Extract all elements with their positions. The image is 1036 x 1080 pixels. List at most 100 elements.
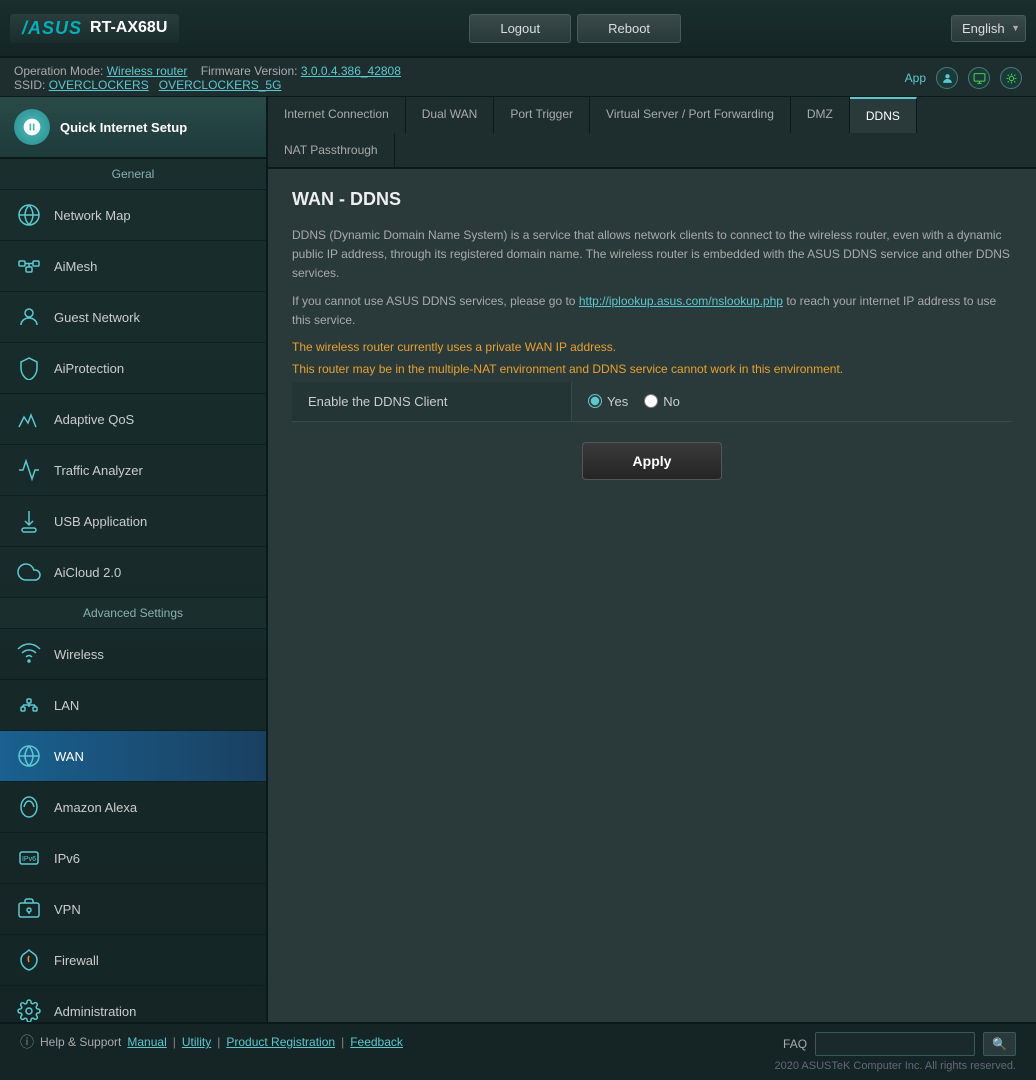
sidebar-item-label: AiMesh	[54, 259, 97, 274]
separator-3: |	[341, 1035, 344, 1049]
tab-virtual-server[interactable]: Virtual Server / Port Forwarding	[590, 97, 791, 133]
tab-internet-connection[interactable]: Internet Connection	[268, 97, 406, 133]
sidebar-item-label: AiProtection	[54, 361, 124, 376]
quick-setup-label: Quick Internet Setup	[60, 120, 187, 135]
tab-port-trigger[interactable]: Port Trigger	[494, 97, 590, 133]
feedback-link[interactable]: Feedback	[350, 1035, 403, 1049]
sidebar-item-label: Wireless	[54, 647, 104, 662]
wireless-icon	[14, 639, 44, 669]
radio-yes-option[interactable]: Yes	[588, 394, 628, 409]
separator-1: |	[173, 1035, 176, 1049]
app-label: App	[905, 71, 926, 85]
utility-link[interactable]: Utility	[182, 1035, 211, 1049]
sidebar-item-label: Firewall	[54, 953, 99, 968]
status-left: Operation Mode: Wireless router Firmware…	[14, 64, 401, 92]
quick-internet-setup[interactable]: Quick Internet Setup	[0, 97, 266, 159]
lan-icon	[14, 690, 44, 720]
sidebar-item-wan[interactable]: WAN	[0, 731, 266, 782]
top-header: /ASUS RT-AX68U Logout Reboot English	[0, 0, 1036, 58]
logo-area: /ASUS RT-AX68U	[10, 14, 179, 43]
sidebar-item-wireless[interactable]: Wireless	[0, 629, 266, 680]
advanced-section-label: Advanced Settings	[0, 598, 266, 629]
alexa-icon	[14, 792, 44, 822]
sidebar-item-guest-network[interactable]: Guest Network	[0, 292, 266, 343]
footer-copyright: 2020 ASUSTeK Computer Inc. All rights re…	[20, 1060, 1016, 1072]
manual-link[interactable]: Manual	[127, 1035, 166, 1049]
sidebar-item-ipv6[interactable]: IPv6 IPv6	[0, 833, 266, 884]
radio-no-input[interactable]	[644, 394, 658, 408]
sidebar-item-lan[interactable]: LAN	[0, 680, 266, 731]
network-icon[interactable]	[1000, 67, 1022, 89]
sidebar-item-label: LAN	[54, 698, 79, 713]
description-paragraph-1: DDNS (Dynamic Domain Name System) is a s…	[292, 226, 1012, 284]
reboot-button[interactable]: Reboot	[577, 14, 681, 43]
tab-ddns[interactable]: DDNS	[850, 97, 917, 133]
warning-text-1: The wireless router currently uses a pri…	[292, 338, 1012, 356]
faq-search-button[interactable]: 🔍	[983, 1032, 1016, 1056]
sidebar-item-aiprotection[interactable]: AiProtection	[0, 343, 266, 394]
language-selector[interactable]: English	[951, 15, 1026, 42]
traffic-analyzer-icon	[14, 455, 44, 485]
ssid-5g[interactable]: OVERCLOCKERS_5G	[159, 78, 282, 92]
sidebar-item-traffic-analyzer[interactable]: Traffic Analyzer	[0, 445, 266, 496]
header-buttons: Logout Reboot	[199, 14, 951, 43]
sidebar-item-network-map[interactable]: Network Map	[0, 190, 266, 241]
page-title: WAN - DDNS	[292, 189, 1012, 210]
aicloud-icon	[14, 557, 44, 587]
sidebar-item-vpn[interactable]: VPN	[0, 884, 266, 935]
radio-yes-input[interactable]	[588, 394, 602, 408]
sidebar-item-firewall[interactable]: Firewall	[0, 935, 266, 986]
separator-2: |	[217, 1035, 220, 1049]
guest-network-icon	[14, 302, 44, 332]
usb-application-icon	[14, 506, 44, 536]
sidebar-item-label: Network Map	[54, 208, 131, 223]
footer-main-row: ⓘ Help & Support Manual | Utility | Prod…	[20, 1032, 1016, 1056]
sidebar: Quick Internet Setup General Network Map…	[0, 97, 268, 1022]
sidebar-item-adaptive-qos[interactable]: Adaptive QoS	[0, 394, 266, 445]
firewall-icon	[14, 945, 44, 975]
language-select[interactable]: English	[951, 15, 1026, 42]
sidebar-item-label: AiCloud 2.0	[54, 565, 121, 580]
warning-text-2: This router may be in the multiple-NAT e…	[292, 360, 1012, 378]
aimesh-icon	[14, 251, 44, 281]
tab-nat-passthrough[interactable]: NAT Passthrough	[268, 133, 395, 167]
firmware-label: Firmware Version:	[201, 64, 298, 78]
ssid-label: SSID:	[14, 78, 45, 92]
sidebar-item-label: Adaptive QoS	[54, 412, 134, 427]
quick-setup-icon	[14, 109, 50, 145]
vpn-icon	[14, 894, 44, 924]
person-icon[interactable]	[936, 67, 958, 89]
main-area: Quick Internet Setup General Network Map…	[0, 97, 1036, 1022]
apply-row: Apply	[292, 442, 1012, 480]
ssid-2g[interactable]: OVERCLOCKERS	[49, 78, 149, 92]
content-body: WAN - DDNS DDNS (Dynamic Domain Name Sys…	[268, 169, 1036, 1022]
apply-button[interactable]: Apply	[582, 442, 723, 480]
enable-ddns-label: Enable the DDNS Client	[292, 382, 572, 421]
header-right: English	[951, 15, 1026, 42]
logout-button[interactable]: Logout	[469, 14, 571, 43]
faq-input[interactable]	[815, 1032, 975, 1056]
tab-dmz[interactable]: DMZ	[791, 97, 850, 133]
faq-label: FAQ	[783, 1037, 807, 1051]
product-registration-link[interactable]: Product Registration	[226, 1035, 335, 1049]
tab-dual-wan[interactable]: Dual WAN	[406, 97, 495, 133]
sidebar-item-administration[interactable]: Administration	[0, 986, 266, 1022]
administration-icon	[14, 996, 44, 1022]
radio-no-option[interactable]: No	[644, 394, 680, 409]
firmware-value[interactable]: 3.0.0.4.386_42808	[301, 64, 401, 78]
status-bar: Operation Mode: Wireless router Firmware…	[0, 58, 1036, 97]
sidebar-item-label: WAN	[54, 749, 84, 764]
description-paragraph-2: If you cannot use ASUS DDNS services, pl…	[292, 292, 1012, 330]
sidebar-item-amazon-alexa[interactable]: Amazon Alexa	[0, 782, 266, 833]
radio-yes-label: Yes	[607, 394, 628, 409]
model-name: RT-AX68U	[90, 19, 167, 37]
sidebar-item-usb-application[interactable]: USB Application	[0, 496, 266, 547]
sidebar-item-aimesh[interactable]: AiMesh	[0, 241, 266, 292]
footer-faq: FAQ 🔍	[783, 1032, 1016, 1056]
sidebar-item-label: USB Application	[54, 514, 147, 529]
monitor-icon[interactable]	[968, 67, 990, 89]
ddns-link[interactable]: http://iplookup.asus.com/nslookup.php	[579, 294, 783, 308]
settings-row-ddns: Enable the DDNS Client Yes No	[292, 382, 1012, 422]
operation-mode-value[interactable]: Wireless router	[107, 64, 188, 78]
sidebar-item-aicloud[interactable]: AiCloud 2.0	[0, 547, 266, 598]
